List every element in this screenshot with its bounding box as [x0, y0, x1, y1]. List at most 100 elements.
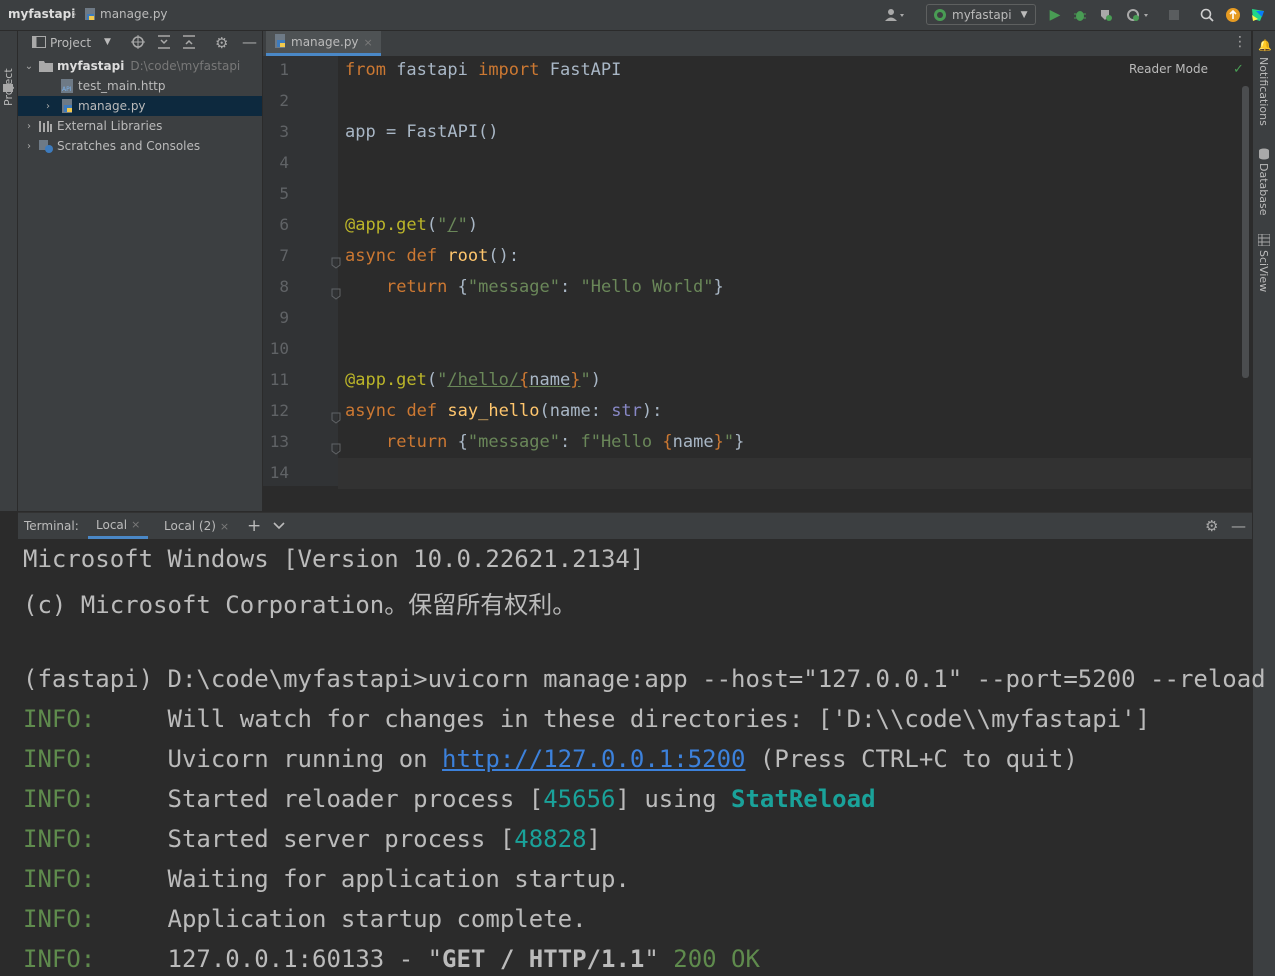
python-file-icon: [274, 33, 286, 51]
chevron-right-icon[interactable]: ›: [23, 121, 35, 132]
terminal-output[interactable]: Microsoft Windows [Version 10.0.22621.21…: [18, 539, 1266, 976]
editor-scrollbar[interactable]: [1242, 86, 1249, 378]
log-message: ]: [586, 825, 601, 853]
sciview-icon[interactable]: [1257, 233, 1271, 249]
add-terminal-icon[interactable]: +: [247, 513, 261, 539]
jetbrains-logo-icon[interactable]: [1249, 6, 1267, 24]
line-number: 3: [279, 122, 289, 141]
process-id: 45656: [543, 785, 616, 813]
log-message: Waiting for application startup.: [167, 865, 630, 893]
profile-icon[interactable]: [1124, 6, 1154, 24]
python-file-icon: [60, 99, 74, 113]
project-panel-title[interactable]: Project: [50, 36, 91, 50]
tree-item-manage[interactable]: › manage.py: [18, 96, 262, 116]
code-line: return {"message": f"Hello {name}"}: [385, 432, 745, 452]
close-icon[interactable]: ×: [131, 518, 140, 531]
update-icon[interactable]: [1224, 6, 1242, 24]
locate-icon[interactable]: [131, 34, 145, 53]
log-message: ] using: [615, 785, 732, 813]
fold-marker-icon[interactable]: [331, 285, 341, 300]
run-icon[interactable]: ▶: [1046, 6, 1064, 24]
bell-icon[interactable]: 🔔: [1258, 39, 1272, 52]
python-file-icon: [84, 7, 96, 21]
request-line: GET / HTTP/1.1: [442, 945, 645, 973]
editor-gutter: [263, 56, 338, 486]
more-options-icon[interactable]: ⋮: [1233, 34, 1247, 50]
chevron-down-icon[interactable]: ▼: [104, 37, 111, 47]
terminal-log-line: INFO: Waiting for application startup.: [23, 865, 630, 893]
line-number: 7: [279, 246, 289, 265]
chevron-right-icon[interactable]: ›: [23, 141, 35, 152]
database-icon[interactable]: [1258, 148, 1270, 163]
reloader-name: StatReload: [731, 785, 876, 813]
log-message: Started server process [: [167, 825, 515, 853]
log-level: INFO:: [23, 705, 96, 733]
close-icon[interactable]: ×: [364, 36, 373, 49]
chevron-down-icon[interactable]: [273, 513, 285, 539]
collapse-all-icon[interactable]: [182, 34, 196, 53]
tree-item-scratches[interactable]: › Scratches and Consoles: [18, 136, 262, 156]
debug-icon[interactable]: [1071, 6, 1089, 24]
gear-icon[interactable]: ⚙: [1205, 513, 1218, 539]
code-line: return {"message": "Hello World"}: [385, 277, 724, 297]
close-icon[interactable]: ×: [220, 520, 229, 533]
terminal-label: Terminal:: [24, 519, 79, 533]
server-url-link[interactable]: http://127.0.0.1:5200: [442, 745, 745, 773]
log-message: Application startup complete.: [167, 905, 587, 933]
inspection-ok-icon[interactable]: ✓: [1233, 62, 1244, 77]
right-tool-strip: 🔔 Notifications Database SciView: [1252, 31, 1275, 976]
tree-item-label: test_main.http: [78, 79, 166, 93]
search-icon[interactable]: [1198, 6, 1216, 24]
coverage-icon[interactable]: [1097, 6, 1115, 24]
breadcrumb-file[interactable]: manage.py: [100, 7, 168, 21]
sciview-tool-tab[interactable]: SciView: [1257, 250, 1270, 292]
hide-panel-icon[interactable]: —: [1231, 513, 1246, 539]
code-line: @app.get("/hello/{name}"): [345, 370, 601, 390]
line-number: 1: [279, 60, 289, 79]
terminal-log-line: INFO: Uvicorn running on http://127.0.0.…: [23, 745, 1078, 773]
line-number: 13: [269, 432, 289, 451]
terminal-log-line: INFO: Started server process [48828]: [23, 825, 601, 853]
project-view-icon: [32, 36, 46, 48]
log-message: Started reloader process [: [167, 785, 544, 813]
database-tool-tab[interactable]: Database: [1257, 163, 1270, 216]
tree-item-label: manage.py: [78, 99, 146, 113]
hide-panel-icon[interactable]: —: [242, 33, 257, 51]
expand-all-icon[interactable]: [157, 34, 171, 53]
code-line: @app.get("/"): [345, 215, 479, 235]
chevron-right-icon[interactable]: ›: [42, 101, 54, 112]
terminal-log-line: INFO: Application startup complete.: [23, 905, 587, 933]
project-panel: Project ▼ ⚙ — ⌄ myfastapi D:\code\myfast…: [18, 31, 262, 511]
tree-item-path: D:\code\myfastapi: [130, 59, 241, 73]
terminal-header: Terminal: Local × Local (2) × + ⚙ —: [18, 512, 1252, 539]
process-id: 48828: [514, 825, 587, 853]
breadcrumb-project[interactable]: myfastapi: [8, 7, 75, 21]
notifications-tool-tab[interactable]: Notifications: [1257, 57, 1270, 126]
user-icon[interactable]: [882, 6, 908, 24]
tree-item-test-main[interactable]: API test_main.http: [18, 76, 262, 96]
fold-marker-icon[interactable]: [331, 254, 341, 269]
line-number: 8: [279, 277, 289, 296]
tab-manage-py[interactable]: manage.py ×: [266, 31, 381, 56]
run-configuration-select[interactable]: myfastapi ▼: [926, 4, 1036, 25]
stop-icon[interactable]: [1165, 6, 1183, 24]
line-number: 6: [279, 215, 289, 234]
tree-item-root[interactable]: ⌄ myfastapi D:\code\myfastapi: [18, 56, 262, 76]
line-number: 10: [269, 339, 289, 358]
fold-marker-icon[interactable]: [331, 409, 341, 424]
terminal-tab-local-2[interactable]: Local (2) ×: [164, 513, 229, 539]
gear-icon[interactable]: ⚙: [215, 34, 228, 52]
chevron-down-icon[interactable]: ⌄: [23, 61, 35, 72]
log-message: (Press CTRL+C to quit): [745, 745, 1078, 773]
tree-item-external-libraries[interactable]: › External Libraries: [18, 116, 262, 136]
fold-marker-icon[interactable]: [331, 440, 341, 455]
left-tool-strip: Project: [0, 31, 18, 511]
tab-label: manage.py: [291, 35, 359, 49]
terminal-tab-local[interactable]: Local ×: [88, 513, 149, 539]
log-level: INFO:: [23, 785, 96, 813]
code-editor[interactable]: 1 from fastapi import FastAPI 2 3 app = Fast…: [263, 56, 1251, 489]
status-code: 200 OK: [673, 945, 760, 973]
terminal-line: (c) Microsoft Corporation。保留所有权利。: [23, 591, 577, 619]
reader-mode-button[interactable]: Reader Mode: [1129, 62, 1208, 76]
current-line-highlight: [338, 458, 1251, 489]
